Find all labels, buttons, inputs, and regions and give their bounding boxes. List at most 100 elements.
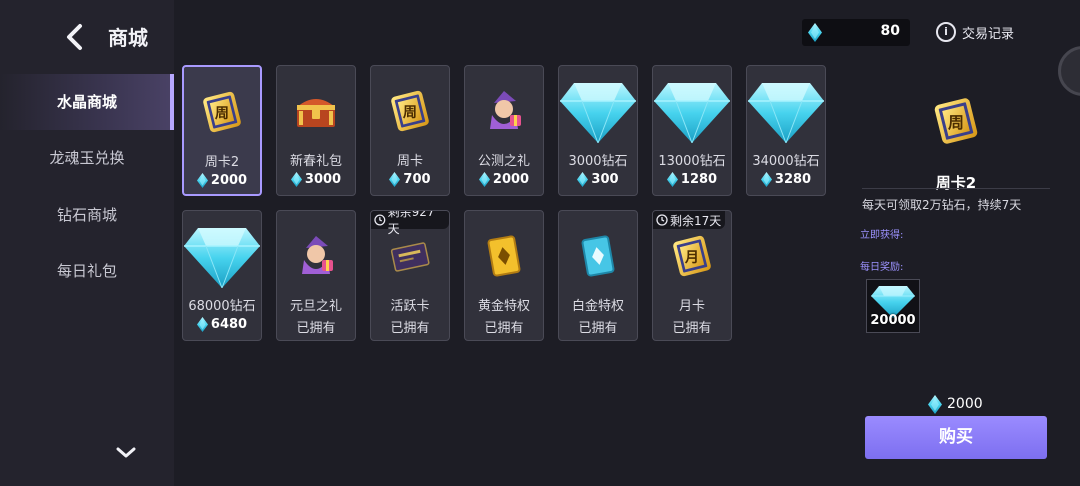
info-icon: i: [936, 22, 956, 42]
sidebar-item-diamond-shop[interactable]: 钻石商城: [0, 187, 174, 243]
shop-item-name: 周卡2: [204, 155, 240, 170]
diamond-icon: [559, 72, 637, 150]
transaction-history-button[interactable]: i 交易记录: [936, 21, 1014, 43]
treasure-chest-icon: [277, 72, 355, 150]
shop-item-price-value: 6480: [210, 317, 248, 332]
shop-item-card[interactable]: 黄金特权 已拥有: [464, 210, 544, 341]
shop-item-price-value: 1280: [680, 172, 718, 187]
shop-item-name: 月卡: [678, 299, 705, 314]
shop-item-name: 3000钻石: [568, 154, 628, 169]
owned-status: 已拥有: [277, 317, 355, 336]
back-arrow-icon[interactable]: [62, 22, 88, 52]
shop-item-name: 黄金特权: [477, 299, 530, 314]
shop-item-card[interactable]: 周周卡 700: [370, 65, 450, 196]
shop-item-card[interactable]: 剩余927天活跃卡已拥有: [370, 210, 450, 341]
shop-item-card[interactable]: 白金特权 已拥有: [558, 210, 638, 341]
owned-status-text: 已拥有: [578, 321, 618, 336]
shop-item-price-value: 3280: [774, 172, 812, 187]
sidebar-item-crystal-shop[interactable]: 水晶商城: [0, 74, 174, 130]
shop-item-card[interactable]: 68000钻石 6480: [182, 210, 262, 341]
shop-item-name: 白金特权: [571, 299, 624, 314]
page-title: 商城: [108, 26, 148, 50]
diamond-icon: [196, 317, 208, 332]
owned-status: 已拥有: [559, 317, 637, 336]
shop-item-card[interactable]: 新春礼包 3000: [276, 65, 356, 196]
shop-item-card[interactable]: 月 剩余17天 月卡 已拥有: [652, 210, 732, 341]
shop-item-name: 新春礼包: [289, 154, 342, 169]
sidebar: 商城 水晶商城 龙魂玉兑换 钻石商城 每日礼包: [0, 0, 174, 486]
sidebar-item-daily-gift[interactable]: 每日礼包: [0, 243, 174, 299]
shop-item-price: 3280: [747, 172, 825, 187]
shop-item-card[interactable]: 3000钻石 300: [558, 65, 638, 196]
diamond-icon: [653, 72, 731, 150]
reward-amount: 20000: [870, 313, 916, 328]
diamond-icon: [183, 217, 261, 295]
shop-item-price-value: 3000: [304, 172, 342, 187]
diamond-icon: [577, 172, 589, 187]
shop-item-name: 周卡: [396, 154, 423, 169]
shop-item-price: 6480: [183, 317, 261, 332]
svg-text:周: 周: [215, 106, 229, 122]
shop-item-price: 700: [371, 172, 449, 187]
shop-item-card[interactable]: 34000钻石 3280: [746, 65, 826, 196]
daily-reward-label: 每日奖励:: [860, 262, 904, 273]
shop-item-price-value: 300: [591, 172, 619, 187]
wizard-gift-icon: [465, 72, 543, 150]
diamond-icon: [478, 172, 490, 187]
shop-item-card[interactable]: 公测之礼 2000: [464, 65, 544, 196]
weekly-card-icon: 周: [371, 72, 449, 150]
shop-item-price-value: 700: [403, 172, 431, 187]
clock-icon: [374, 214, 386, 226]
weekly-card-icon: 周: [930, 95, 982, 147]
shop-item-price: 3000: [277, 172, 355, 187]
diamond-icon: [389, 172, 401, 187]
diamond-icon: [196, 173, 208, 188]
weekly-card-icon: 周: [184, 73, 260, 151]
remaining-time-text: 剩余17天: [670, 213, 722, 228]
shop-item-price-value: 2000: [210, 173, 248, 188]
diamond-icon: [666, 172, 678, 187]
remaining-time-badge: 剩余927天: [371, 211, 449, 236]
shop-item-card[interactable]: 周周卡2 2000: [182, 65, 262, 196]
detail-item-name: 周卡2: [935, 174, 977, 192]
owned-status-text: 已拥有: [296, 321, 336, 336]
owned-status-text: 已拥有: [390, 321, 430, 336]
owned-status-text: 已拥有: [484, 321, 524, 336]
buy-price: 2000: [928, 394, 983, 414]
buy-button[interactable]: 购买: [865, 416, 1047, 459]
shop-item-name: 活跃卡: [390, 299, 430, 314]
diamond-icon: [747, 72, 825, 150]
diamond-icon: [808, 23, 822, 46]
shop-item-name: 13000钻石: [658, 154, 726, 169]
shop-item-name: 34000钻石: [752, 154, 820, 169]
shop-item-card[interactable]: 13000钻石 1280: [652, 65, 732, 196]
detail-description: 每天可领取2万钻石，持续7天: [862, 198, 1022, 212]
clock-icon: [656, 214, 668, 226]
diamond-balance: 80: [802, 19, 910, 46]
platinum-privilege-icon: [559, 217, 637, 295]
remaining-time-text: 剩余927天: [387, 210, 435, 236]
shop-item-price: 2000: [465, 172, 543, 187]
diamond-icon: [760, 172, 772, 187]
shop-item-name: 68000钻石: [188, 299, 256, 314]
divider: [862, 188, 1050, 189]
owned-status: 已拥有: [653, 317, 731, 336]
chevron-down-icon[interactable]: [115, 444, 137, 462]
shop-item-price-value: 2000: [492, 172, 530, 187]
shop-item-card[interactable]: 元旦之礼 已拥有: [276, 210, 356, 341]
svg-text:周: 周: [403, 105, 417, 121]
diamond-icon: [928, 394, 942, 414]
buy-price-value: 2000: [947, 396, 983, 412]
wizard-gift-icon: [277, 217, 355, 295]
remaining-time-badge: 剩余17天: [653, 211, 726, 229]
sidebar-item-dragon-soul-exchange[interactable]: 龙魂玉兑换: [0, 130, 174, 186]
shop-item-price: 2000: [184, 173, 260, 188]
balance-value: 80: [880, 23, 900, 39]
shop-item-price: 1280: [653, 172, 731, 187]
diamond-icon: [290, 172, 302, 187]
svg-text:周: 周: [948, 113, 964, 132]
shop-item-name: 公测之礼: [477, 154, 530, 169]
floating-button[interactable]: [1058, 46, 1080, 96]
shop-item-price: 300: [559, 172, 637, 187]
daily-reward-item[interactable]: 20000: [866, 279, 920, 333]
